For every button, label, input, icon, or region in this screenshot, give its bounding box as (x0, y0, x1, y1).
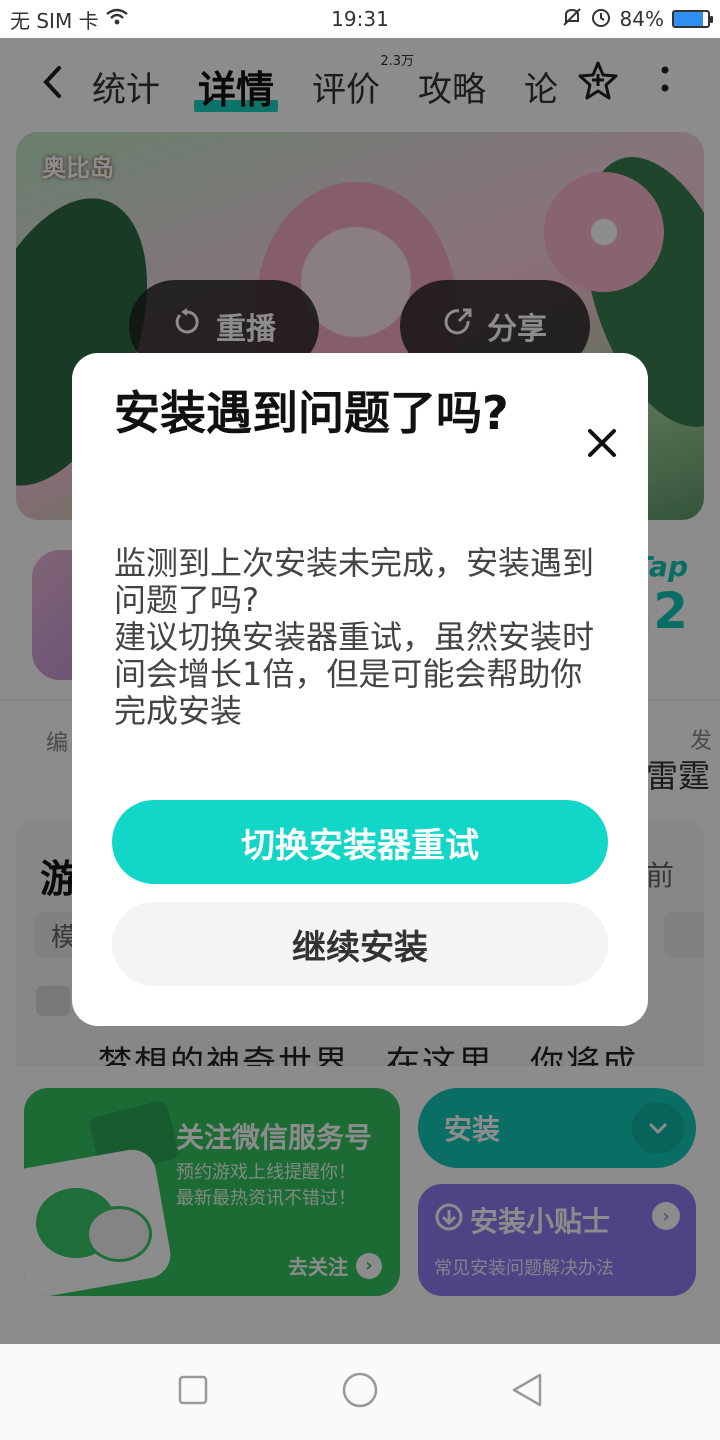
circle-icon (341, 1371, 379, 1413)
continue-install-button[interactable]: 继续安装 (112, 902, 608, 986)
back-nav-button[interactable] (497, 1362, 557, 1422)
home-button[interactable] (330, 1362, 390, 1422)
square-icon (177, 1374, 209, 1410)
battery-icon (672, 10, 713, 28)
dialog-title: 安装遇到问题了吗? (114, 386, 509, 440)
recents-button[interactable] (163, 1362, 223, 1422)
dialog-message-line1: 监测到上次安装未完成，安装遇到问题了吗? (114, 544, 595, 619)
close-button[interactable] (576, 419, 628, 471)
install-problem-dialog: 安装遇到问题了吗? 监测到上次安装未完成，安装遇到问题了吗? 建议切换安装器重试… (72, 353, 648, 1026)
dialog-message-line2: 建议切换安装器重试，虽然安装时间会增长1倍，但是可能会帮助你完成安装 (114, 618, 595, 730)
status-bar: 无 SIM 卡 19:31 84% (0, 0, 720, 38)
switch-installer-button[interactable]: 切换安装器重试 (112, 800, 608, 884)
close-icon (586, 427, 618, 463)
triangle-back-icon (510, 1372, 544, 1412)
system-nav-bar (0, 1344, 720, 1440)
dialog-message: 监测到上次安装未完成，安装遇到问题了吗? 建议切换安装器重试，虽然安装时间会增长… (114, 545, 614, 730)
clock: 19:31 (331, 7, 389, 31)
